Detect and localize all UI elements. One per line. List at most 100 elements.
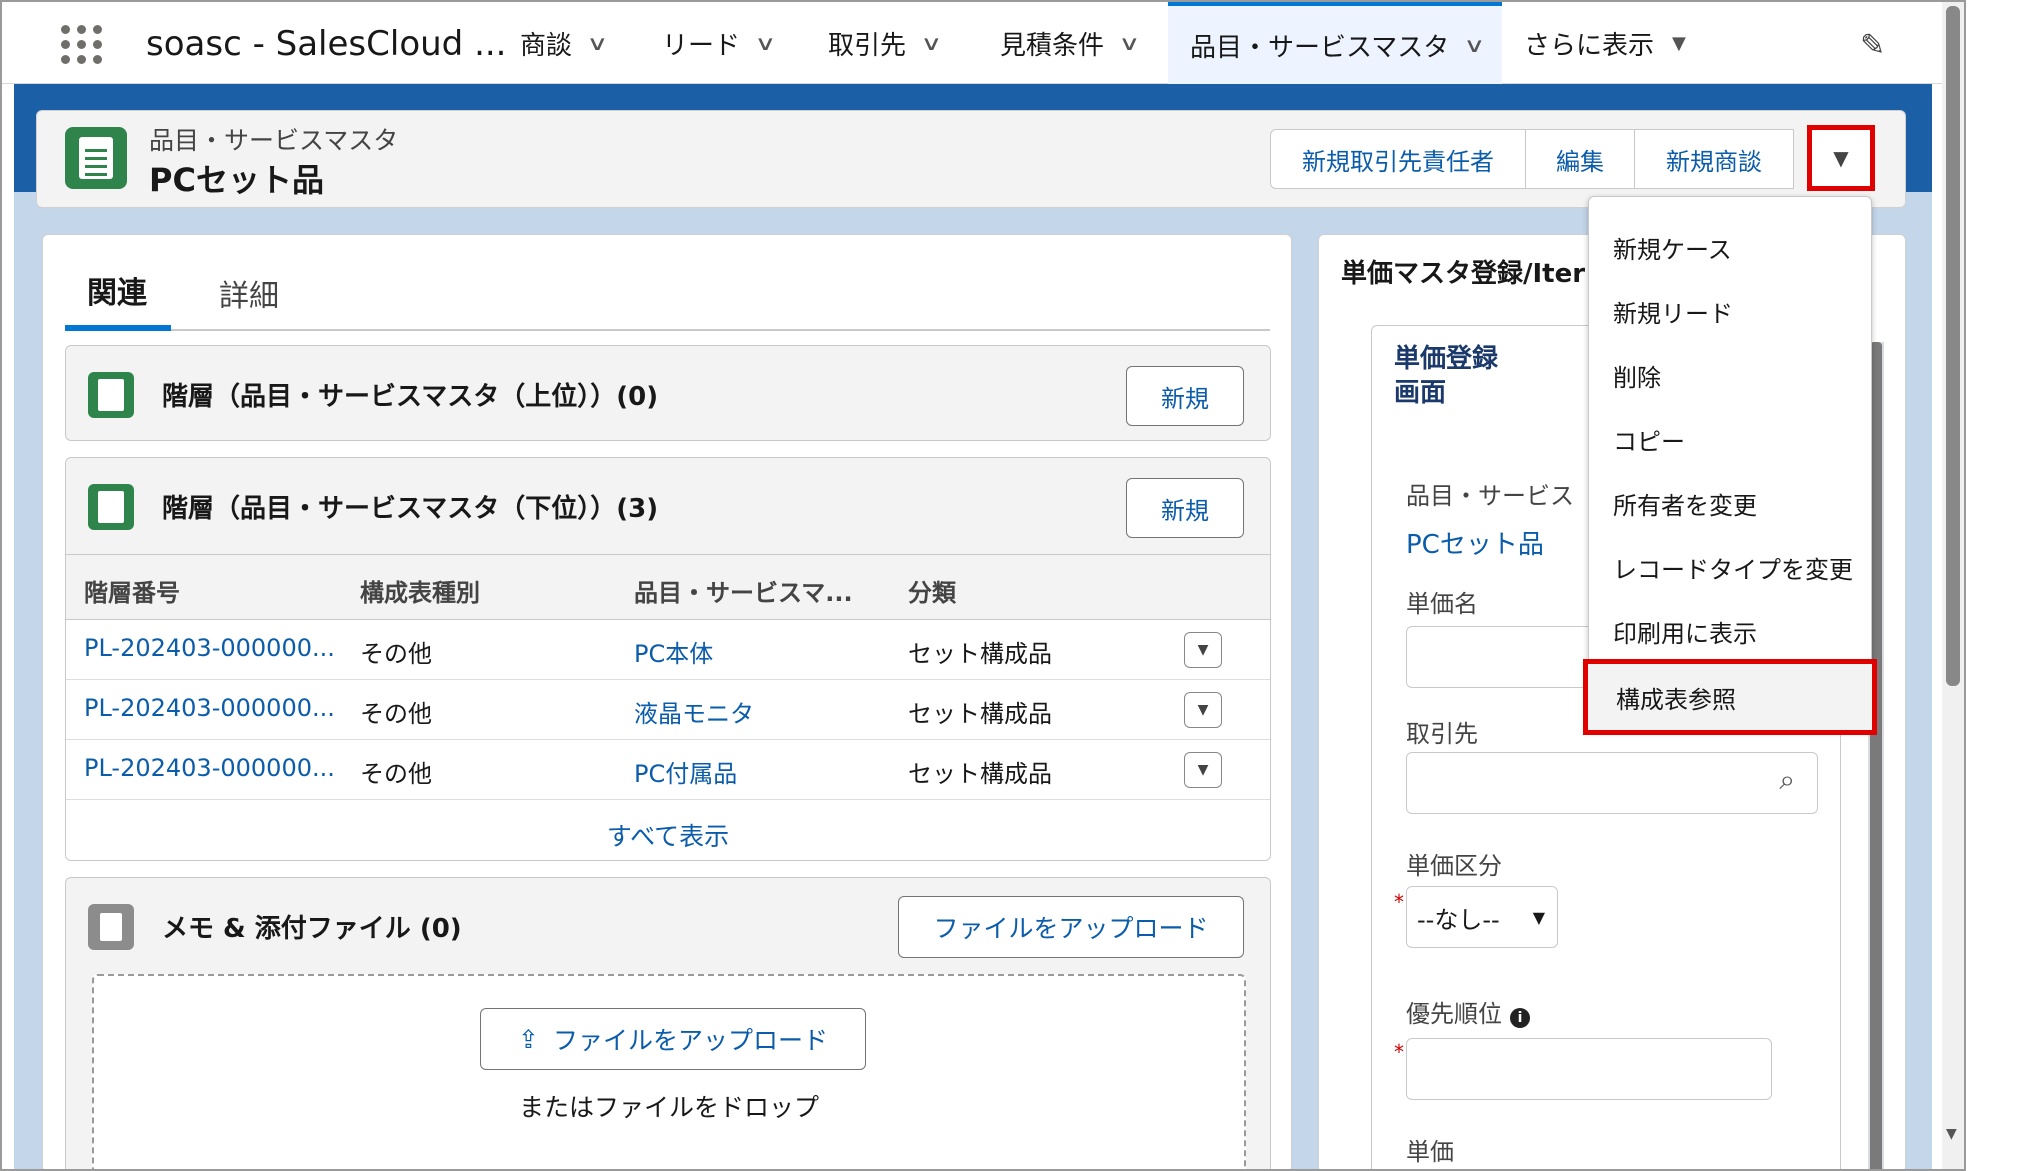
menu-item-printable-view[interactable]: 印刷用に表示: [1589, 599, 1871, 663]
row-menu-button[interactable]: ▼: [1184, 692, 1222, 728]
browser-frame: soasc - SalesCloud ... 商談 ∨ リード ∨ 取引先 ∨ …: [0, 0, 1966, 1171]
new-lower-button[interactable]: 新規: [1126, 478, 1244, 538]
kind-cell: その他: [360, 640, 432, 668]
chevron-down-icon[interactable]: ∨: [754, 31, 776, 55]
category-cell: セット構成品: [908, 700, 1052, 728]
file-icon: [88, 904, 134, 950]
column-header[interactable]: 分類: [908, 573, 956, 608]
chevron-down-icon[interactable]: ∨: [920, 31, 942, 55]
app-launcher-icon[interactable]: [60, 22, 104, 66]
view-all-link[interactable]: すべて表示: [66, 800, 1270, 860]
nav-more-label: さらに表示: [1524, 30, 1655, 61]
nav-more[interactable]: さらに表示 ▼: [1524, 2, 1686, 84]
pencil-icon[interactable]: ✎: [1860, 28, 1885, 63]
category-cell: セット構成品: [908, 640, 1052, 668]
info-icon[interactable]: i: [1510, 1008, 1530, 1028]
scrollbar-thumb[interactable]: [1946, 6, 1960, 686]
row-menu-button[interactable]: ▼: [1184, 752, 1222, 788]
hierarchy-number-link[interactable]: PL-202403-000000...: [84, 754, 335, 782]
item-link[interactable]: 液晶モニタ: [634, 694, 754, 729]
kind-cell: その他: [360, 700, 432, 728]
nav-tab-label: 商談: [520, 30, 573, 61]
chevron-down-icon[interactable]: ∨: [586, 31, 608, 55]
notes-attachments-card: メモ & 添付ファイル (0) ファイルをアップロード ⇪ ファイルをアップロー…: [65, 877, 1271, 1169]
unit-price-label: 単価: [1406, 1138, 1454, 1166]
upload-files-button[interactable]: ⇪ ファイルをアップロード: [480, 1008, 866, 1070]
upload-label: ファイルをアップロード: [552, 1026, 828, 1055]
nav-tab-opportunity[interactable]: 商談 ∨: [520, 2, 608, 84]
nav-tab-quote-terms[interactable]: 見積条件 ∨: [1000, 2, 1140, 84]
drop-hint: またはファイルをドロップ: [518, 1093, 819, 1122]
menu-item-new-lead[interactable]: 新規リード: [1589, 279, 1871, 343]
column-header[interactable]: 階層番号: [84, 573, 180, 608]
app-name: soasc - SalesCloud ...: [146, 24, 507, 64]
menu-item-new-case[interactable]: 新規ケース: [1589, 215, 1871, 279]
price-name-label: 単価名: [1406, 590, 1478, 618]
price-type-select[interactable]: --なし-- ▼: [1406, 886, 1558, 948]
priority-label: 優先順位 i: [1406, 994, 1530, 1029]
kind-cell: その他: [360, 760, 432, 788]
edit-button[interactable]: 編集: [1525, 129, 1635, 189]
new-opportunity-button[interactable]: 新規商談: [1634, 129, 1794, 189]
nav-tab-label: 取引先: [828, 30, 907, 61]
record-header: 品目・サービスマスタ PCセット品 新規取引先責任者 編集 新規商談 ▼: [36, 110, 1906, 208]
nav-tab-label: 見積条件: [1000, 30, 1105, 61]
new-contact-button[interactable]: 新規取引先責任者: [1270, 129, 1526, 189]
price-type-value: --なし--: [1417, 905, 1500, 934]
account-label: 取引先: [1406, 720, 1478, 748]
priority-label-text: 優先順位: [1406, 1000, 1502, 1028]
form-title-line: 単価登録: [1394, 344, 1499, 374]
hierarchy-number-link[interactable]: PL-202403-000000...: [84, 634, 335, 662]
table-header: 階層番号 構成表種別 品目・サービスマ... 分類: [66, 554, 1270, 620]
tab-detail[interactable]: 詳細: [219, 255, 279, 331]
more-actions-button[interactable]: ▼: [1807, 125, 1875, 191]
scroll-down-icon[interactable]: ▼: [1946, 1126, 1957, 1142]
menu-item-change-record-type[interactable]: レコードタイプを変更: [1589, 535, 1871, 599]
new-upper-button[interactable]: 新規: [1126, 366, 1244, 426]
search-icon[interactable]: ⌕: [1779, 763, 1795, 797]
price-type-label: 単価区分: [1406, 852, 1502, 880]
menu-item-delete[interactable]: 削除: [1589, 343, 1871, 407]
menu-item-change-owner[interactable]: 所有者を変更: [1589, 471, 1871, 535]
item-value-link[interactable]: PCセット品: [1406, 524, 1544, 561]
more-actions-menu: 新規ケース 新規リード 削除 コピー 所有者を変更 レコードタイプを変更 印刷用…: [1583, 196, 1877, 735]
menu-item-copy[interactable]: コピー: [1589, 407, 1871, 471]
tab-related[interactable]: 関連: [65, 255, 171, 331]
global-nav: soasc - SalesCloud ... 商談 ∨ リード ∨ 取引先 ∨ …: [2, 2, 1942, 84]
file-dropzone[interactable]: ⇪ ファイルをアップロード またはファイルをドロップ: [92, 974, 1246, 1169]
form-title: 単価登録 画面: [1394, 342, 1498, 410]
upper-hierarchy-card: 階層（品目・サービスマスタ（上位））(0) 新規: [65, 345, 1271, 441]
nav-tab-label: リード: [662, 30, 741, 61]
chevron-down-icon: ▼: [1532, 907, 1545, 927]
menu-item-bom-reference[interactable]: 構成表参照: [1583, 659, 1877, 735]
upload-files-button[interactable]: ファイルをアップロード: [898, 896, 1244, 958]
account-lookup-input[interactable]: ⌕: [1406, 752, 1818, 814]
caret-down-icon: ▼: [1197, 762, 1209, 778]
item-link[interactable]: PC付属品: [634, 754, 737, 789]
lower-hierarchy-card: 階層（品目・サービスマスタ（下位））(3) 新規 階層番号 構成表種別 品目・サ…: [65, 457, 1271, 861]
chevron-down-icon[interactable]: ∨: [1464, 33, 1486, 57]
priority-input[interactable]: [1406, 1038, 1772, 1100]
nav-tab-lead[interactable]: リード ∨: [662, 2, 776, 84]
table-row: PL-202403-000000... その他 PC付属品 セット構成品 ▼: [66, 740, 1270, 800]
nav-tab-account[interactable]: 取引先 ∨: [828, 2, 942, 84]
caret-down-icon: ▼: [1197, 642, 1209, 658]
required-mark: *: [1394, 890, 1404, 914]
column-header[interactable]: 構成表種別: [360, 573, 480, 608]
form-title-line: 画面: [1394, 378, 1447, 408]
column-header[interactable]: 品目・サービスマ...: [634, 573, 853, 608]
table-row: PL-202403-000000... その他 液晶モニタ セット構成品 ▼: [66, 680, 1270, 740]
related-panel: 関連 詳細 階層（品目・サービスマスタ（上位））(0) 新規 階層（品目・サービ…: [42, 234, 1292, 1169]
row-menu-button[interactable]: ▼: [1184, 632, 1222, 668]
page-scrollbar[interactable]: ▼: [1942, 2, 1964, 1169]
card-title: 階層（品目・サービスマスタ（下位））(3): [162, 494, 659, 524]
card-title: メモ & 添付ファイル (0): [162, 914, 462, 944]
caret-down-icon: ▼: [1197, 702, 1209, 718]
chevron-down-icon[interactable]: ∨: [1118, 31, 1140, 55]
panel-title: 単価マスタ登録/Iter: [1341, 259, 1586, 289]
item-link[interactable]: PC本体: [634, 634, 713, 669]
required-mark: *: [1394, 1040, 1404, 1064]
nav-tab-item-master[interactable]: 品目・サービスマスタ ∨: [1168, 2, 1502, 84]
hierarchy-number-link[interactable]: PL-202403-000000...: [84, 694, 335, 722]
record-icon: [65, 127, 127, 189]
